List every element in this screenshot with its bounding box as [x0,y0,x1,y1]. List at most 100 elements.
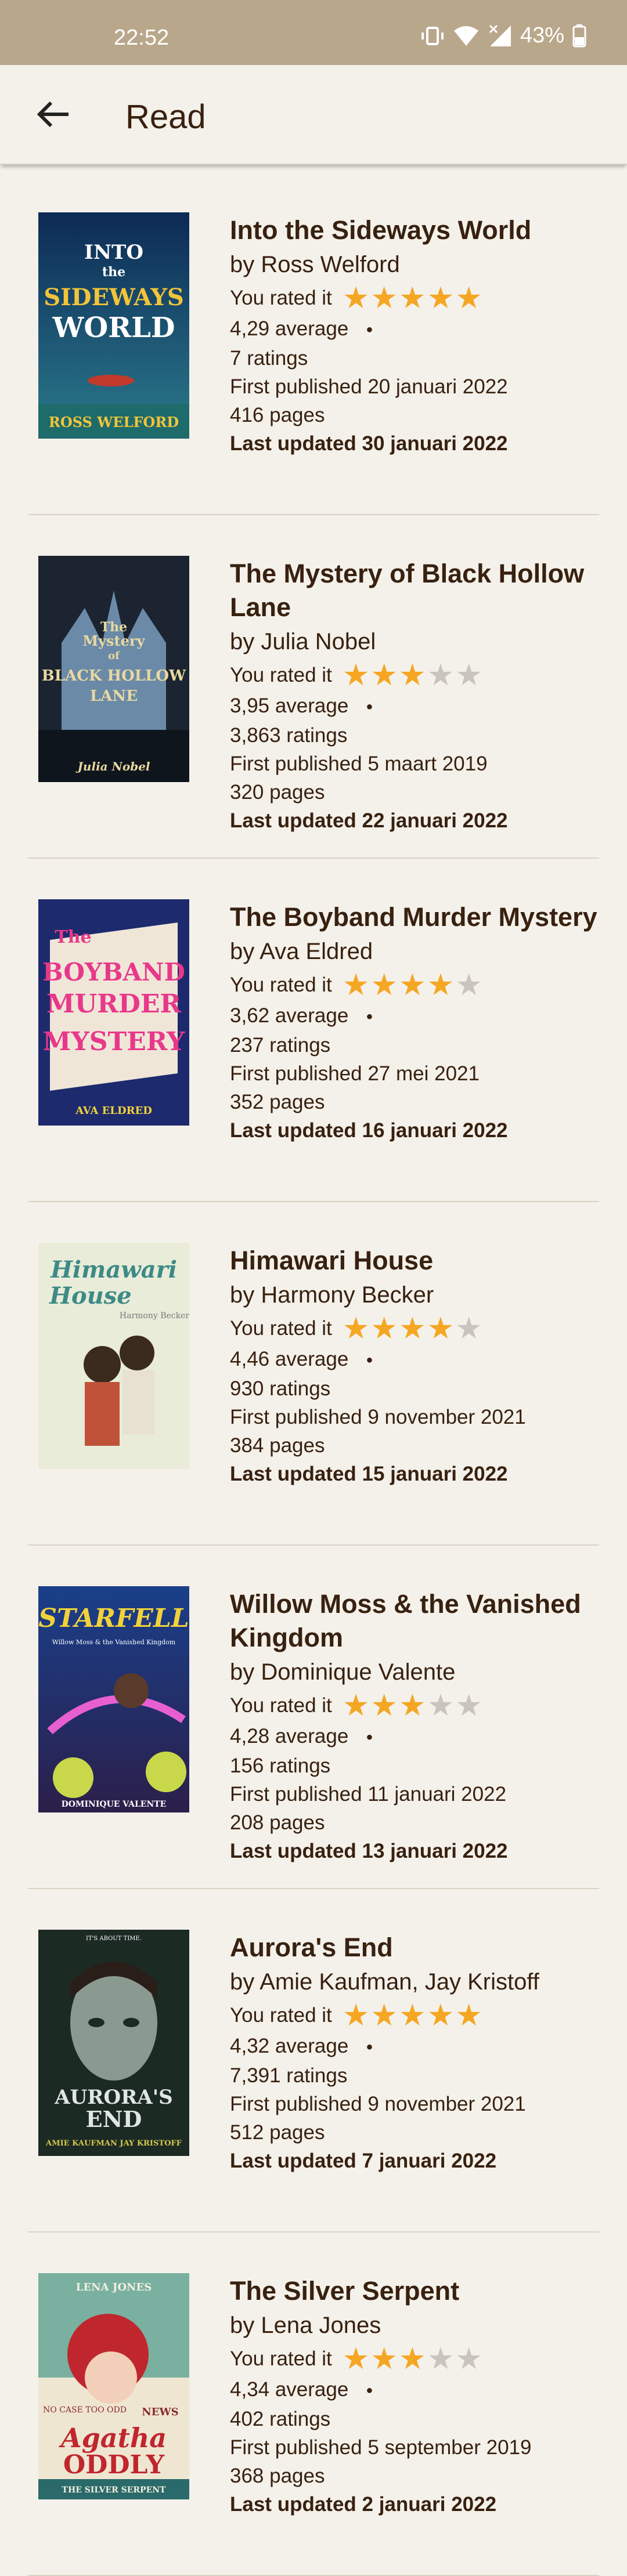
page-count: 384 pages [230,1434,325,1457]
book-cover[interactable]: IT'S ABOUT TIME. AURORA'S END AMIE KAUFMAN … [38,1930,189,2156]
book-title[interactable]: The Boyband Murder Mystery [230,900,601,934]
star-icon[interactable]: ★ [455,970,482,1000]
star-icon[interactable]: ★ [427,2344,455,2374]
star-icon[interactable]: ★ [399,283,426,313]
average-rating: 4,34 average ● [230,2375,601,2405]
rating-stars[interactable]: ★ ★ ★ ★ ★ [343,1691,482,1721]
rating-stars[interactable]: ★ ★ ★ ★ ★ [343,660,482,690]
star-icon[interactable]: ★ [370,1691,398,1721]
dot-separator: ● [366,323,373,337]
dot-separator: ● [366,1010,373,1023]
book-author[interactable]: by Dominique Valente [230,1655,601,1689]
rating-stars[interactable]: ★ ★ ★ ★ ★ [343,2000,482,2031]
star-icon[interactable]: ★ [427,1691,455,1721]
star-icon[interactable]: ★ [399,660,426,690]
first-published: First published 5 maart 2019 [230,752,488,776]
book-cover[interactable]: Himawari House Harmony Becker [38,1243,189,1469]
book-cover[interactable]: LENA JONES NO CASE TOO ODD NEWS Agatha ODDLY… [38,2273,189,2499]
star-icon[interactable]: ★ [399,2000,426,2031]
book-title[interactable]: Into the Sideways World [230,214,601,247]
book-author[interactable]: by Amie Kaufman, Jay Kristoff [230,1964,601,1999]
star-icon[interactable]: ★ [427,283,455,313]
back-button[interactable] [30,95,77,136]
you-rated-label: You rated it [230,974,332,996]
rating-stars[interactable]: ★ ★ ★ ★ ★ [343,2344,482,2374]
svg-text:the: the [102,265,125,280]
star-icon[interactable]: ★ [343,2000,370,2031]
star-icon[interactable]: ★ [455,1691,482,1721]
book-info: The Silver Serpent by Lena Jones You rat… [230,2274,601,2519]
rating-stars[interactable]: ★ ★ ★ ★ ★ [343,283,482,313]
you-rated-label: You rated it [230,287,332,309]
average-rating: 4,32 average ● [230,2032,601,2061]
book-cover[interactable]: The BOYBAND MURDER MYSTERY AVA ELDRED [38,899,189,1126]
average-rating: 3,95 average ● [230,692,601,721]
svg-text:House: House [49,1282,132,1309]
svg-text:STARFELL: STARFELL [38,1604,189,1633]
star-icon[interactable]: ★ [427,970,455,1000]
dot-separator: ● [366,2040,373,2054]
cover-art: LENA JONES NO CASE TOO ODD NEWS AgathaODDLY… [38,2273,189,2499]
star-icon[interactable]: ★ [370,1314,398,1344]
star-icon[interactable]: ★ [343,1691,370,1721]
book-cover[interactable]: STARFELL Willow Moss & the Vanished Kingd… [38,1586,189,1812]
book-author[interactable]: by Lena Jones [230,2308,601,2343]
star-icon[interactable]: ★ [343,970,370,1000]
star-icon[interactable]: ★ [370,970,398,1000]
star-icon[interactable]: ★ [455,1314,482,1344]
star-icon[interactable]: ★ [343,283,370,313]
book-item[interactable]: LENA JONES NO CASE TOO ODD NEWS Agatha ODDLY… [0,2233,627,2576]
star-icon[interactable]: ★ [399,2344,426,2374]
svg-text:ODDLY: ODDLY [63,2450,165,2480]
star-icon[interactable]: ★ [343,1314,370,1344]
book-item[interactable]: The BOYBAND MURDER MYSTERY AVA ELDRED The Bo… [0,859,627,1202]
book-info: Willow Moss & the Vanished Kingdom by Do… [230,1587,601,1865]
book-item[interactable]: INTO the SIDEWAYS WORLD ROSS WELFORD Into th… [0,172,627,515]
book-item[interactable]: STARFELL Willow Moss & the Vanished Kingd… [0,1546,627,1889]
book-author[interactable]: by Ava Eldred [230,934,601,969]
star-icon[interactable]: ★ [399,1691,426,1721]
star-icon[interactable]: ★ [427,1314,455,1344]
book-cover[interactable]: INTO the SIDEWAYS WORLD ROSS WELFORD [38,212,189,439]
star-icon[interactable]: ★ [427,660,455,690]
star-icon[interactable]: ★ [370,283,398,313]
dot-separator: ● [366,1731,373,1744]
star-icon[interactable]: ★ [399,970,426,1000]
signal-icon [488,24,512,48]
star-icon[interactable]: ★ [455,2000,482,2031]
last-updated: Last updated 22 januari 2022 [230,809,508,833]
star-icon[interactable]: ★ [455,2344,482,2374]
star-icon[interactable]: ★ [370,660,398,690]
dot-separator: ● [366,1354,373,1367]
book-author[interactable]: by Ross Welford [230,247,601,282]
book-title[interactable]: The Silver Serpent [230,2274,601,2308]
svg-text:MYSTERY: MYSTERY [43,1027,185,1057]
svg-text:INTO: INTO [84,241,143,264]
rating-stars[interactable]: ★ ★ ★ ★ ★ [343,970,482,1000]
book-title[interactable]: Aurora's End [230,1931,601,1964]
book-info: Into the Sideways World by Ross Welford … [230,214,601,458]
book-item[interactable]: IT'S ABOUT TIME. AURORA'S END AMIE KAUFMAN … [0,1889,627,2233]
user-rating-row: You rated it ★ ★ ★ ★ ★ [230,969,601,1001]
rating-stars[interactable]: ★ ★ ★ ★ ★ [343,1314,482,1344]
star-icon[interactable]: ★ [343,660,370,690]
book-title[interactable]: The Mystery of Black Hollow Lane [230,557,601,624]
vibrate-icon [420,24,445,48]
star-icon[interactable]: ★ [370,2000,398,2031]
star-icon[interactable]: ★ [455,283,482,313]
book-cover[interactable]: The Mystery of BLACK HOLLOW LANE Julia Nobel [38,556,189,782]
book-title[interactable]: Willow Moss & the Vanished Kingdom [230,1587,601,1655]
ratings-count: 156 ratings [230,1754,331,1778]
star-icon[interactable]: ★ [427,2000,455,2031]
star-icon[interactable]: ★ [370,2344,398,2374]
book-item[interactable]: Himawari House Harmony Becker Himawari Hou… [0,1202,627,1546]
book-author[interactable]: by Julia Nobel [230,624,601,659]
book-item[interactable]: The Mystery of BLACK HOLLOW LANE Julia Nobel … [0,515,627,859]
book-info: Himawari House by Harmony Becker You rat… [230,1244,601,1488]
star-icon[interactable]: ★ [399,1314,426,1344]
book-author[interactable]: by Harmony Becker [230,1278,601,1312]
star-icon[interactable]: ★ [343,2344,370,2374]
first-published: First published 27 mei 2021 [230,1062,480,1086]
book-title[interactable]: Himawari House [230,1244,601,1278]
star-icon[interactable]: ★ [455,660,482,690]
